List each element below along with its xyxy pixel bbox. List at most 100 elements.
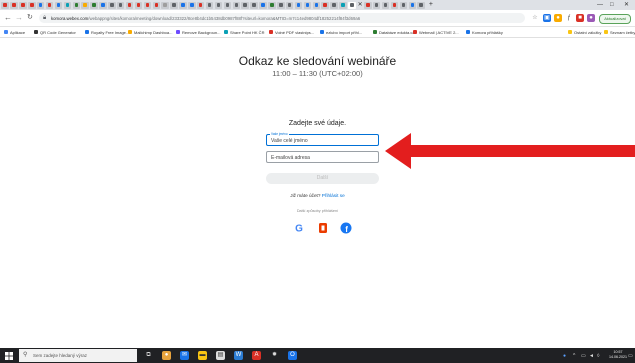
notepad-icon[interactable]: ▤ <box>216 351 225 360</box>
bookmark-item[interactable]: Royalty Free Image... <box>85 29 129 35</box>
extension-icon[interactable]: ■ <box>576 14 584 22</box>
browser-tab[interactable] <box>81 1 89 9</box>
browser-tab[interactable] <box>417 1 425 9</box>
bookmark-item[interactable]: Aplikace <box>4 29 25 35</box>
browser-tab[interactable] <box>250 1 258 9</box>
browser-tab[interactable] <box>143 1 152 9</box>
taskbar-search[interactable]: ⚲ Sem zadejte hledaný výraz <box>19 349 137 362</box>
bookmark-item[interactable]: Share Point HK ČR <box>224 29 264 35</box>
settings-icon[interactable]: ✹ <box>270 351 279 360</box>
system-clock[interactable]: 10:57 14.06.2021 <box>609 350 627 360</box>
word-icon[interactable]: W <box>234 351 243 360</box>
browser-tab[interactable] <box>285 1 294 9</box>
avatar[interactable]: ● <box>587 14 595 22</box>
close-tab-icon[interactable]: ✕ <box>358 0 363 10</box>
outlook-icon[interactable]: O <box>288 351 297 360</box>
next-button[interactable]: Další <box>266 173 379 184</box>
email-field[interactable]: E-mailová adresa <box>266 151 379 163</box>
extension-icon[interactable]: ▣ <box>543 14 551 22</box>
browser-tab[interactable] <box>330 1 338 9</box>
browser-tab[interactable] <box>312 1 321 9</box>
bookmark-item[interactable]: Komora přihlášky <box>466 29 503 35</box>
back-icon[interactable]: ← <box>4 13 12 23</box>
browser-tab[interactable] <box>232 1 241 9</box>
windows-start-icon[interactable] <box>5 352 13 360</box>
bookmark-item[interactable]: Webmail | ACTIVE 2... <box>413 29 459 35</box>
browser-tab[interactable] <box>390 1 399 9</box>
browser-tab[interactable] <box>348 1 356 9</box>
browser-tab[interactable] <box>161 1 169 9</box>
browser-tab[interactable] <box>72 1 81 9</box>
browser-tab[interactable] <box>54 1 63 9</box>
bookmark-item[interactable]: ezlubo import přihl... <box>320 29 362 35</box>
browser-tab[interactable] <box>205 1 214 9</box>
bookmark-folder[interactable]: Seznam četby <box>604 29 635 35</box>
browser-tab[interactable] <box>321 1 329 9</box>
browser-tab[interactable] <box>188 1 196 9</box>
browser-tab[interactable] <box>294 1 303 9</box>
browser-tab[interactable] <box>10 1 18 9</box>
chrome-icon[interactable]: ● <box>162 351 171 360</box>
name-field[interactable]: Vaše jméno Vaše celé jméno <box>266 132 379 146</box>
browser-tab[interactable] <box>170 1 178 9</box>
browser-tab[interactable] <box>241 1 249 9</box>
browser-tab[interactable] <box>399 1 408 9</box>
update-button[interactable]: Aktualizovat <box>599 14 631 24</box>
browser-tab[interactable] <box>364 1 372 9</box>
acrobat-icon[interactable]: A <box>252 351 261 360</box>
browser-tab[interactable] <box>108 1 116 9</box>
browser-tab[interactable] <box>45 1 54 9</box>
bookmark-item[interactable]: Volné PDF vlastnips... <box>269 29 314 35</box>
puzzle-icon[interactable]: ƒ <box>565 14 573 22</box>
mail-icon[interactable]: ✉ <box>180 351 189 360</box>
browser-tab[interactable] <box>125 1 134 9</box>
browser-tab[interactable] <box>372 1 381 9</box>
browser-tab[interactable] <box>381 1 390 9</box>
bookmark-folder[interactable]: Ostatní záložky <box>568 29 601 35</box>
browser-tab[interactable] <box>408 1 416 9</box>
browser-tab[interactable] <box>134 1 143 9</box>
signin-link[interactable]: Přihlásit se <box>322 193 345 198</box>
browser-tab[interactable] <box>28 1 36 9</box>
browser-tab[interactable] <box>214 1 223 9</box>
bookmark-item[interactable]: Mailchimp Dashboa... <box>128 29 172 35</box>
facebook-icon[interactable]: f <box>339 221 353 235</box>
browser-tab[interactable] <box>196 1 205 9</box>
browser-tab[interactable] <box>63 1 72 9</box>
address-bar[interactable]: 🔒︎ komora.webex.com/webappng/sites/komor… <box>39 13 525 23</box>
volume-icon[interactable]: ◄ <box>589 353 594 359</box>
browser-tab[interactable] <box>303 1 312 9</box>
browser-tab[interactable] <box>277 1 285 9</box>
extension-icon[interactable]: ● <box>554 14 562 22</box>
file-explorer-icon[interactable]: ▬ <box>198 351 207 360</box>
browser-tab[interactable] <box>152 1 161 9</box>
browser-tab[interactable] <box>179 1 187 9</box>
language-icon[interactable]: ◊ <box>597 353 599 359</box>
new-tab-icon[interactable]: + <box>429 0 433 10</box>
bookmark-item[interactable]: QR Code Generator <box>34 29 76 35</box>
star-icon[interactable]: ☆ <box>531 14 539 22</box>
browser-tab[interactable] <box>90 1 98 9</box>
notifications-icon[interactable]: ▭ <box>628 353 633 359</box>
minimize-icon[interactable]: — <box>597 0 603 10</box>
task-view-icon[interactable]: ⧉ <box>144 351 153 360</box>
browser-tab[interactable] <box>19 1 27 9</box>
maximize-icon[interactable]: □ <box>610 0 614 10</box>
google-icon[interactable]: G <box>292 221 306 235</box>
browser-tab[interactable] <box>116 1 125 9</box>
network-icon[interactable]: ▭ <box>581 353 586 359</box>
weather-icon[interactable]: ● <box>563 353 566 359</box>
browser-tab[interactable] <box>1 1 9 9</box>
browser-tab[interactable] <box>268 1 276 9</box>
tray-chevron-icon[interactable]: ^ <box>573 353 575 359</box>
browser-tab[interactable] <box>259 1 267 9</box>
reload-icon[interactable]: ↻ <box>27 13 33 23</box>
close-window-icon[interactable]: ✕ <box>624 0 629 10</box>
bookmark-item[interactable]: Databáze edukta.cz <box>373 29 414 35</box>
office-icon[interactable] <box>316 221 330 235</box>
forward-icon[interactable]: → <box>15 13 23 23</box>
browser-tab[interactable] <box>223 1 232 9</box>
browser-tab[interactable] <box>99 1 107 9</box>
browser-tab[interactable] <box>36 1 45 9</box>
bookmark-item[interactable]: Remove Backgroun... <box>176 29 220 35</box>
